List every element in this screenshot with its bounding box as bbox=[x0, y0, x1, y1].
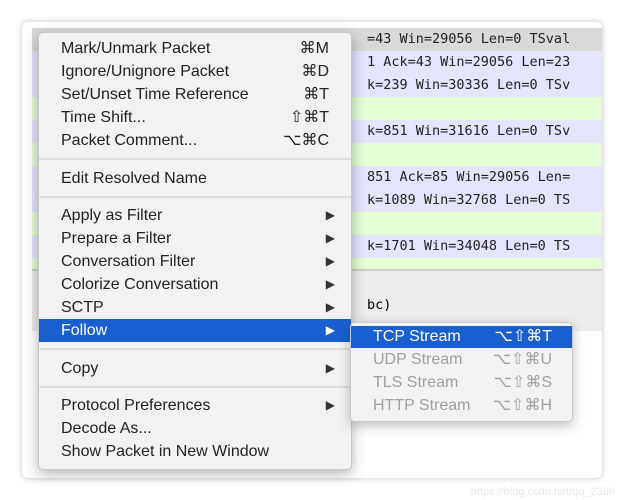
detail-text: bc) bbox=[367, 297, 392, 313]
menu-item-protocol-preferences[interactable]: Protocol Preferences ▶ bbox=[39, 394, 351, 417]
menu-item-mark-packet[interactable]: Mark/Unmark Packet ⌘M bbox=[39, 37, 351, 60]
submenu-item-http-stream: HTTP Stream ⌥⇧⌘H bbox=[373, 397, 552, 414]
menu-item-colorize-conversation[interactable]: Colorize Conversation ▶ bbox=[39, 273, 351, 296]
menu-item-time-shift[interactable]: Time Shift... ⇧⌘T bbox=[39, 106, 351, 129]
submenu-arrow-icon: ▶ bbox=[325, 208, 335, 222]
menu-item-time-reference[interactable]: Set/Unset Time Reference ⌘T bbox=[39, 83, 351, 106]
submenu-arrow-icon: ▶ bbox=[325, 300, 335, 314]
menu-item-conversation-filter[interactable]: Conversation Filter ▶ bbox=[39, 250, 351, 273]
menu-item-apply-as-filter[interactable]: Apply as Filter ▶ bbox=[39, 204, 351, 227]
menu-item-copy[interactable]: Copy ▶ bbox=[39, 357, 351, 380]
menu-item-edit-resolved-name[interactable]: Edit Resolved Name bbox=[39, 167, 351, 190]
menu-item-decode-as[interactable]: Decode As... bbox=[39, 417, 351, 440]
menu-item-ignore-packet[interactable]: Ignore/Unignore Packet ⌘D bbox=[39, 60, 351, 83]
submenu-arrow-icon: ▶ bbox=[325, 254, 335, 268]
menu-item-show-packet-new-window[interactable]: Show Packet in New Window bbox=[39, 440, 351, 463]
watermark: https://blog.csdn.net/qq_2386 bbox=[470, 486, 615, 498]
submenu-arrow-icon: ▶ bbox=[325, 231, 335, 245]
menu-item-prepare-filter[interactable]: Prepare a Filter ▶ bbox=[39, 227, 351, 250]
menu-item-follow[interactable]: Follow ▶ bbox=[39, 319, 351, 342]
submenu-item-tcp-stream[interactable]: TCP Stream ⌥⇧⌘T bbox=[351, 326, 572, 348]
submenu-arrow-icon: ▶ bbox=[325, 361, 335, 375]
menu-item-packet-comment[interactable]: Packet Comment... ⌥⌘C bbox=[39, 129, 351, 152]
context-menu: Mark/Unmark Packet ⌘M Ignore/Unignore Pac… bbox=[38, 32, 352, 470]
submenu-arrow-icon: ▶ bbox=[325, 398, 335, 412]
submenu-arrow-icon: ▶ bbox=[325, 323, 335, 337]
menu-separator bbox=[39, 348, 351, 350]
menu-separator bbox=[39, 386, 351, 388]
follow-submenu: TCP Stream ⌥⇧⌘T UDP Stream ⌥⇧⌘U TLS Stream… bbox=[350, 322, 573, 422]
submenu-item-tls-stream: TLS Stream ⌥⇧⌘S bbox=[373, 374, 552, 391]
submenu-item-udp-stream: UDP Stream ⌥⇧⌘U bbox=[373, 351, 552, 368]
submenu-arrow-icon: ▶ bbox=[325, 277, 335, 291]
menu-separator bbox=[39, 158, 351, 160]
menu-item-sctp[interactable]: SCTP ▶ bbox=[39, 296, 351, 319]
menu-separator bbox=[39, 196, 351, 198]
